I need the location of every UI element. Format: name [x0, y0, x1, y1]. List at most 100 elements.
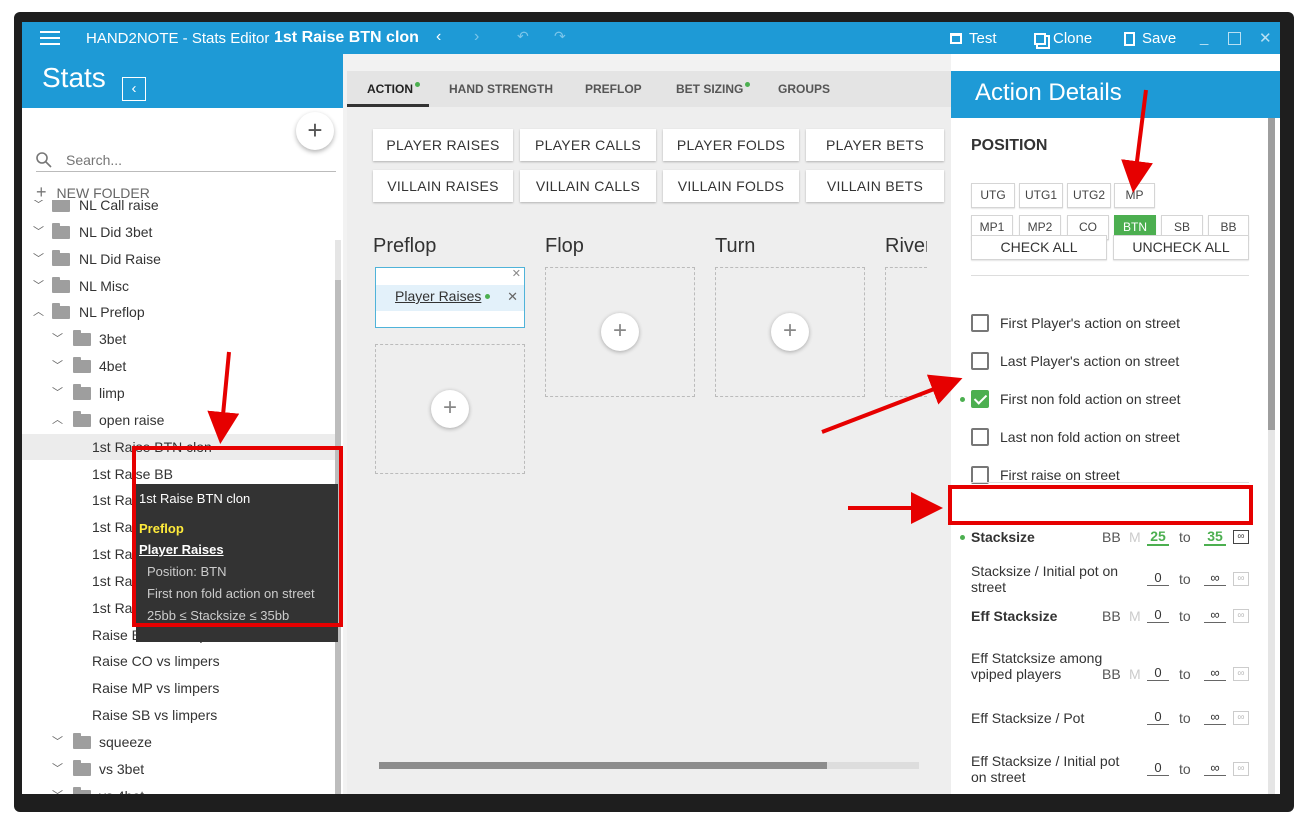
chevron-down-icon[interactable]: ﹀	[52, 763, 63, 774]
range-from-input[interactable]: 25	[1147, 528, 1169, 546]
checked-checkbox[interactable]	[971, 390, 989, 408]
tree-row[interactable]: ﹀ vs 3bet	[22, 756, 337, 782]
forward-arrow-icon[interactable]: ›	[474, 28, 479, 46]
tree-row[interactable]: ﹀ 4bet	[22, 353, 337, 379]
tree-row[interactable]: ︿ open raise	[22, 407, 337, 433]
infinity-toggle[interactable]: ∞	[1233, 667, 1249, 681]
action-button-villain-calls[interactable]: VILLAIN CALLS	[520, 170, 656, 202]
tab-bet-sizing[interactable]: BET SIZING	[676, 82, 751, 96]
tree-row[interactable]: ﹀ NL Misc	[22, 273, 337, 299]
tree-row[interactable]: ﹀ 3bet	[22, 326, 337, 352]
redo-icon[interactable]: ↷	[554, 28, 566, 45]
checkbox[interactable]	[971, 314, 989, 332]
unit-m-toggle[interactable]: M	[1129, 608, 1141, 624]
action-button-player-bets[interactable]: PLAYER BETS	[806, 129, 944, 161]
infinity-toggle[interactable]: ∞	[1233, 762, 1249, 776]
check-all-button[interactable]: CHECK ALL	[971, 235, 1107, 260]
action-button-player-folds[interactable]: PLAYER FOLDS	[663, 129, 799, 161]
card-action-label[interactable]: Player Raises	[395, 288, 481, 304]
horizontal-scrollbar[interactable]	[379, 762, 919, 769]
range-from-input[interactable]: 0	[1147, 760, 1169, 776]
checkbox[interactable]	[971, 352, 989, 370]
tree-row[interactable]: ﹀ vs 4bet	[22, 783, 337, 794]
infinity-toggle[interactable]: ∞	[1233, 711, 1249, 725]
back-arrow-icon[interactable]: ‹	[436, 28, 441, 46]
action-button-player-calls[interactable]: PLAYER CALLS	[520, 129, 656, 161]
add-stat-button[interactable]: +	[296, 112, 334, 150]
checkbox-label[interactable]: First Player's action on street	[1000, 315, 1180, 331]
tree-row[interactable]: ﹀ NL Call raise	[22, 200, 337, 218]
tree-row[interactable]: ︿ NL Preflop	[22, 299, 337, 325]
add-flop-action-icon[interactable]: +	[601, 313, 639, 351]
collapse-panel-icon[interactable]: ‹	[122, 77, 146, 101]
unit-bb-toggle[interactable]: BB	[1102, 666, 1121, 682]
tab-hand-strength[interactable]: HAND STRENGTH	[449, 82, 553, 96]
unit-bb-toggle[interactable]: BB	[1102, 529, 1121, 545]
tree-row[interactable]: Raise SB vs limpers	[22, 702, 337, 728]
infinity-toggle[interactable]: ∞	[1233, 572, 1249, 586]
tree-row[interactable]: Raise MP vs limpers	[22, 675, 337, 701]
range-from-input[interactable]: 0	[1147, 709, 1169, 725]
chevron-down-icon[interactable]: ﹀	[33, 200, 44, 211]
right-scrollbar[interactable]	[1268, 118, 1275, 794]
chevron-down-icon[interactable]: ﹀	[52, 361, 63, 372]
tree-row[interactable]: ﹀ limp	[22, 380, 337, 406]
tab-groups[interactable]: GROUPS	[778, 82, 830, 96]
minimize-icon[interactable]: _	[1200, 29, 1208, 46]
chevron-down-icon[interactable]: ﹀	[33, 280, 44, 291]
chevron-down-icon[interactable]: ﹀	[33, 253, 44, 264]
position-mp[interactable]: MP	[1114, 183, 1155, 208]
save-button[interactable]: Save	[1124, 30, 1176, 47]
unit-m-toggle[interactable]: M	[1129, 666, 1141, 682]
checkbox[interactable]	[971, 428, 989, 446]
action-button-villain-bets[interactable]: VILLAIN BETS	[806, 170, 944, 202]
checkbox-label[interactable]: Last Player's action on street	[1000, 353, 1179, 369]
range-to-input[interactable]: ∞	[1204, 607, 1226, 623]
range-to-input[interactable]: ∞	[1204, 570, 1226, 586]
add-preflop-action-icon[interactable]: +	[431, 390, 469, 428]
close-icon[interactable]: ✕	[1259, 29, 1272, 47]
action-button-villain-raises[interactable]: VILLAIN RAISES	[373, 170, 513, 202]
preflop-action-card[interactable]: ✕ Player Raises ✕	[375, 267, 525, 328]
tree-row[interactable]: ﹀ NL Did Raise	[22, 246, 337, 272]
unit-m-toggle[interactable]: M	[1129, 529, 1141, 545]
chevron-up-icon[interactable]: ︿	[33, 307, 44, 318]
hamburger-menu-icon[interactable]	[40, 31, 60, 45]
infinity-toggle[interactable]: ∞	[1233, 609, 1249, 623]
action-button-villain-folds[interactable]: VILLAIN FOLDS	[663, 170, 799, 202]
position-utg1[interactable]: UTG1	[1019, 183, 1063, 208]
clone-button[interactable]: Clone	[1034, 30, 1092, 47]
stat-name-title[interactable]: 1st Raise BTN clon	[274, 29, 419, 47]
range-to-input[interactable]: 35	[1204, 528, 1226, 546]
undo-icon[interactable]: ↶	[517, 28, 529, 45]
test-button[interactable]: Test	[950, 30, 997, 47]
maximize-icon[interactable]	[1228, 32, 1241, 45]
tab-action[interactable]: ACTION	[367, 82, 420, 96]
checkbox-label[interactable]: Last non fold action on street	[1000, 429, 1180, 445]
tree-row[interactable]: ﹀ squeeze	[22, 729, 337, 755]
chevron-down-icon[interactable]: ﹀	[52, 334, 63, 345]
chevron-up-icon[interactable]: ︿	[52, 414, 63, 425]
unit-bb-toggle[interactable]: BB	[1102, 608, 1121, 624]
chevron-down-icon[interactable]: ﹀	[52, 790, 63, 794]
position-utg[interactable]: UTG	[971, 183, 1015, 208]
chevron-down-icon[interactable]: ﹀	[33, 226, 44, 237]
search-input[interactable]	[66, 151, 316, 168]
range-to-input[interactable]: ∞	[1204, 665, 1226, 681]
chevron-down-icon[interactable]: ﹀	[52, 387, 63, 398]
tree-row[interactable]: ﹀ NL Did 3bet	[22, 219, 337, 245]
tree-row[interactable]: Raise CO vs limpers	[22, 648, 337, 674]
checkbox-label[interactable]: First non fold action on street	[1000, 391, 1181, 407]
chevron-down-icon[interactable]: ﹀	[52, 737, 63, 748]
remove-action-icon[interactable]: ✕	[507, 289, 518, 305]
uncheck-all-button[interactable]: UNCHECK ALL	[1113, 235, 1249, 260]
add-turn-action-icon[interactable]: +	[771, 313, 809, 351]
range-from-input[interactable]: 0	[1147, 665, 1169, 681]
range-to-input[interactable]: ∞	[1204, 760, 1226, 776]
infinity-toggle[interactable]: ∞	[1233, 530, 1249, 544]
range-from-input[interactable]: 0	[1147, 607, 1169, 623]
range-from-input[interactable]: 0	[1147, 570, 1169, 586]
tab-preflop[interactable]: PREFLOP	[585, 82, 642, 96]
action-button-player-raises[interactable]: PLAYER RAISES	[373, 129, 513, 161]
range-to-input[interactable]: ∞	[1204, 709, 1226, 725]
